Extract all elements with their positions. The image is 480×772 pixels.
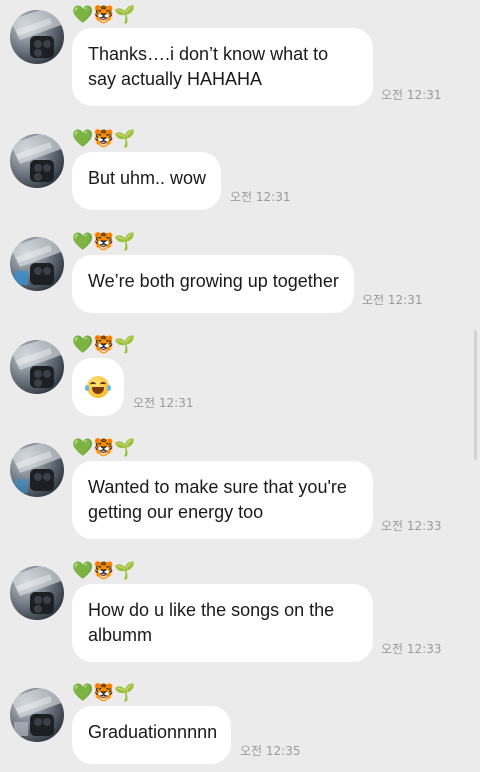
avatar[interactable] — [10, 134, 64, 188]
sprout-icon: 🌱 — [114, 438, 136, 458]
avatar[interactable] — [10, 340, 64, 394]
sprout-icon: 🌱 — [114, 335, 136, 355]
tiger-icon: 🐯 — [93, 335, 115, 355]
avatar[interactable] — [10, 688, 64, 742]
message-bubble[interactable]: But uhm.. wow — [72, 152, 221, 210]
message-timestamp: 오전 12:33 — [381, 519, 442, 533]
message-timestamp: 오전 12:31 — [381, 88, 442, 102]
tiger-icon: 🐯 — [93, 129, 115, 149]
green-heart-icon: 💚 — [72, 438, 94, 458]
sprout-icon: 🌱 — [114, 561, 136, 581]
green-heart-icon: 💚 — [72, 5, 94, 25]
avatar[interactable] — [10, 237, 64, 291]
message-bubble[interactable]: How do u like the songs on the albumm — [72, 584, 373, 662]
sender-name: 💚🐯🌱 — [72, 231, 136, 253]
sender-name: 💚🐯🌱 — [72, 334, 136, 356]
grinning-squinting-face-icon — [85, 376, 111, 398]
sender-name: 💚🐯🌱 — [72, 4, 136, 26]
message-timestamp: 오전 12:31 — [133, 396, 194, 410]
avatar[interactable] — [10, 10, 64, 64]
avatar[interactable] — [10, 443, 64, 497]
scrollbar[interactable] — [474, 330, 477, 460]
message-bubble[interactable]: We’re both growing up together — [72, 255, 354, 313]
tiger-icon: 🐯 — [93, 5, 115, 25]
sprout-icon: 🌱 — [114, 683, 136, 703]
tiger-icon: 🐯 — [93, 232, 115, 252]
chat-message-list[interactable]: 💚🐯🌱 Thanks….i don’t know what to say act… — [0, 0, 480, 772]
green-heart-icon: 💚 — [72, 561, 94, 581]
message-timestamp: 오전 12:31 — [230, 190, 291, 204]
sprout-icon: 🌱 — [114, 232, 136, 252]
message-bubble[interactable]: Wanted to make sure that you're getting … — [72, 461, 373, 539]
tiger-icon: 🐯 — [93, 683, 115, 703]
message-timestamp: 오전 12:35 — [240, 744, 301, 758]
avatar[interactable] — [10, 566, 64, 620]
green-heart-icon: 💚 — [72, 232, 94, 252]
tiger-icon: 🐯 — [93, 561, 115, 581]
sender-name: 💚🐯🌱 — [72, 560, 136, 582]
green-heart-icon: 💚 — [72, 335, 94, 355]
message-bubble[interactable]: Graduationnnnn — [72, 706, 231, 764]
sender-name: 💚🐯🌱 — [72, 437, 136, 459]
green-heart-icon: 💚 — [72, 129, 94, 149]
sender-name: 💚🐯🌱 — [72, 682, 136, 704]
message-bubble[interactable] — [72, 358, 124, 416]
green-heart-icon: 💚 — [72, 683, 94, 703]
sender-name: 💚🐯🌱 — [72, 128, 136, 150]
sprout-icon: 🌱 — [114, 5, 136, 25]
sprout-icon: 🌱 — [114, 129, 136, 149]
tiger-icon: 🐯 — [93, 438, 115, 458]
message-timestamp: 오전 12:31 — [362, 293, 423, 307]
message-bubble[interactable]: Thanks….i don’t know what to say actuall… — [72, 28, 373, 106]
message-timestamp: 오전 12:33 — [381, 642, 442, 656]
